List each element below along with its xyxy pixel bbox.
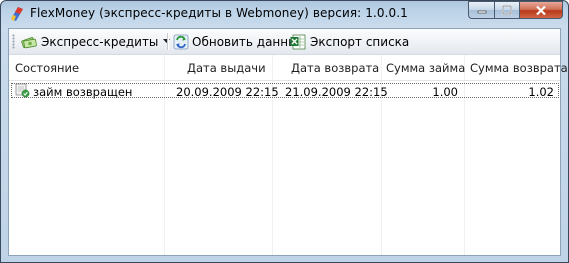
app-window: FlexMoney (экспресс-кредиты в Webmoney) …: [0, 0, 569, 263]
flexmoney-logo-icon: [11, 7, 23, 21]
refresh-label: Обновить данные: [192, 34, 305, 49]
express-credits-dropdown[interactable]: Экспресс-кредиты: [21, 32, 171, 51]
toolbar: Экспресс-кредиты Обновить данные Экспорт…: [9, 29, 560, 55]
header-divider: [9, 80, 560, 81]
title-bar[interactable]: FlexMoney (экспресс-кредиты в Webmoney) …: [1, 1, 568, 27]
maximize-button[interactable]: [494, 1, 520, 19]
window-controls: [468, 1, 563, 20]
excel-icon: [290, 34, 306, 49]
window-title: FlexMoney (экспресс-кредиты в Webmoney) …: [30, 6, 408, 20]
cell-issue-date: 20.09.2009 22:15: [176, 85, 279, 99]
minimize-icon: [477, 10, 486, 14]
status-ok-icon: [15, 83, 30, 98]
cell-return-date: 21.09.2009 22:15: [285, 85, 388, 99]
maximize-icon: [502, 5, 512, 15]
cell-loan-amount: 1.00: [432, 85, 458, 99]
column-header-return-amount[interactable]: Сумма возврата: [470, 61, 568, 75]
express-credits-label: Экспресс-кредиты: [41, 34, 159, 49]
toolbar-separator: [167, 33, 169, 50]
loans-table: Состояние Дата выдачи Дата возврата Сумм…: [9, 55, 568, 255]
minimize-button[interactable]: [468, 1, 494, 19]
refresh-button[interactable]: Обновить данные: [173, 32, 305, 51]
export-button[interactable]: Экспорт списка: [290, 32, 409, 51]
cell-return-amount: 1.02: [528, 85, 554, 99]
column-header-return-date[interactable]: Дата возврата: [291, 61, 379, 75]
column-header-loan-amount[interactable]: Сумма займа: [386, 61, 465, 75]
cell-status: займ возвращен: [33, 85, 133, 99]
refresh-icon: [173, 34, 189, 49]
column-header-issue-date[interactable]: Дата выдачи: [187, 61, 266, 75]
close-icon: [536, 5, 546, 15]
toolbar-grip[interactable]: [12, 34, 15, 49]
export-label: Экспорт списка: [310, 34, 410, 49]
column-header-status[interactable]: Состояние: [15, 61, 79, 75]
client-area: Экспресс-кредиты Обновить данные Экспорт…: [8, 28, 568, 256]
close-button[interactable]: [520, 1, 563, 19]
money-icon: [21, 36, 37, 48]
